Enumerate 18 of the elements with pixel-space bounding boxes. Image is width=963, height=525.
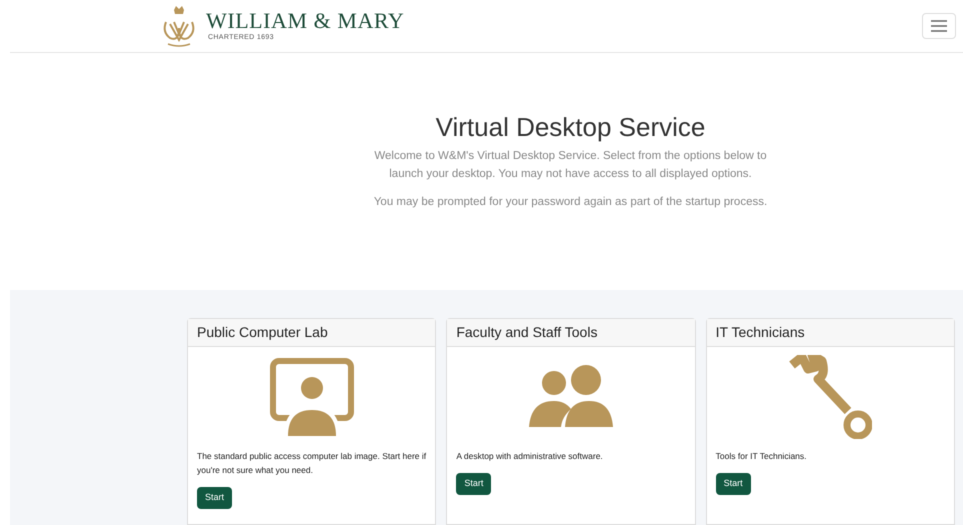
presentation-person-icon <box>270 358 354 436</box>
card-description: A desktop with administrative software. <box>456 450 604 463</box>
page-title: Virtual Desktop Service <box>436 111 706 143</box>
menu-button[interactable] <box>922 13 956 39</box>
intro-text: Welcome to W&M's Virtual Desktop Service. Select from the options below to launch your desktop. You may not have access to all displayed options. <box>373 149 768 182</box>
people-icon <box>528 365 613 429</box>
start-button[interactable]: Start <box>716 473 751 495</box>
start-button[interactable]: Start <box>456 473 492 495</box>
password-note: You may be prompted for your password again as part of the startup process. <box>373 195 768 210</box>
card-description: The standard public access computer lab image. Start here if you're not sure what you need. <box>197 450 426 477</box>
menu-icon <box>931 20 947 32</box>
card-title: Faculty and Staff Tools <box>456 323 598 342</box>
card-title: Public Computer Lab <box>197 323 328 342</box>
wrench-icon <box>788 355 872 439</box>
start-button[interactable]: Start <box>197 487 232 509</box>
card-description: Tools for IT Technicians. <box>716 450 808 463</box>
card-title: IT Technicians <box>716 323 805 342</box>
brand-name: WILLIAM & MARY <box>206 8 404 33</box>
